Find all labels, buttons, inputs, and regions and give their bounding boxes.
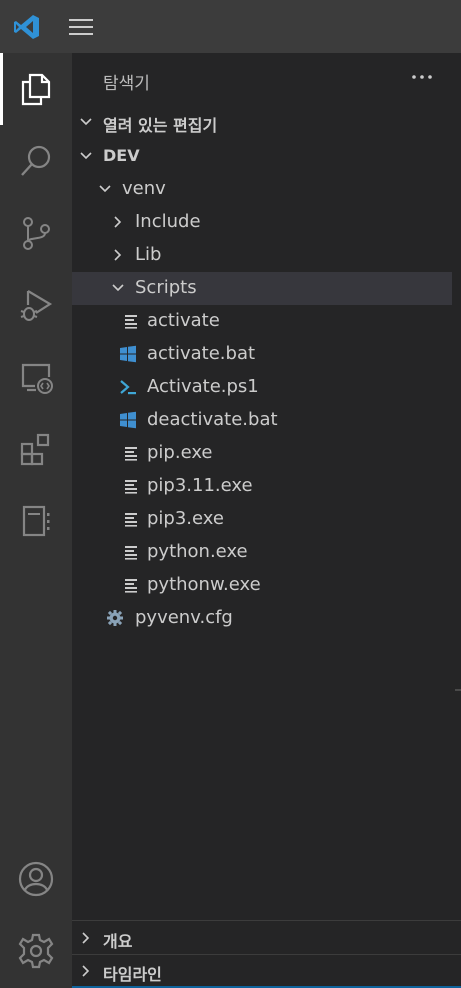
section-open-editors[interactable]: 열려 있는 편집기 xyxy=(72,106,461,139)
chevron-down-icon xyxy=(80,118,92,126)
notebook-icon xyxy=(22,505,50,537)
text-file-icon xyxy=(125,546,137,560)
activity-explorer[interactable] xyxy=(0,53,72,125)
section-outline[interactable]: 개요 xyxy=(72,922,461,955)
tree-file-pip-exe[interactable]: pip.exe xyxy=(72,437,452,470)
activity-manage[interactable] xyxy=(0,915,72,987)
tree-item-label: pythonw.exe xyxy=(147,574,261,595)
tree-item-label: python.exe xyxy=(147,541,248,562)
tree-item-label: Activate.ps1 xyxy=(147,376,259,397)
chevron-right-icon xyxy=(82,932,90,944)
source-control-icon xyxy=(23,217,50,250)
text-file-icon xyxy=(125,579,137,593)
powershell-icon xyxy=(120,380,136,395)
text-file-icon xyxy=(125,315,137,329)
tree-folder-scripts[interactable]: Scripts xyxy=(72,272,452,305)
windows-icon xyxy=(120,411,136,429)
more-actions-icon[interactable] xyxy=(408,63,436,91)
settings-gear-icon xyxy=(18,933,54,969)
activity-search[interactable] xyxy=(0,125,72,197)
title-bar xyxy=(0,0,461,53)
activity-accounts[interactable] xyxy=(0,843,72,915)
text-file-icon xyxy=(125,480,137,494)
chevron-down-icon xyxy=(112,284,124,292)
tree-file-pyvenv-cfg[interactable]: pyvenv.cfg xyxy=(72,602,452,635)
explorer-icon xyxy=(21,73,51,106)
tree-item-label: Include xyxy=(135,211,201,232)
gear-file-icon xyxy=(107,610,123,626)
activity-source-control[interactable] xyxy=(0,197,72,269)
chevron-down-icon xyxy=(80,152,92,160)
account-icon xyxy=(18,861,54,897)
tree-file-activate[interactable]: activate xyxy=(72,305,452,338)
tree-folder-include[interactable]: Include xyxy=(72,206,452,239)
section-workspace[interactable]: DEV xyxy=(72,140,461,173)
section-open-editors-label: 열려 있는 편집기 xyxy=(103,116,218,135)
section-timeline[interactable]: 타임라인 xyxy=(72,955,461,988)
tree-file-pythonw-exe[interactable]: pythonw.exe xyxy=(72,569,452,602)
activity-run-debug[interactable] xyxy=(0,269,72,341)
section-timeline-label: 타임라인 xyxy=(103,965,162,984)
activity-notebook[interactable] xyxy=(0,485,72,557)
tree-item-label: activate xyxy=(147,310,220,331)
chevron-right-icon xyxy=(82,965,90,977)
tree-item-label: Scripts xyxy=(135,277,197,298)
tree-file-pip3-exe[interactable]: pip3.exe xyxy=(72,503,452,536)
remote-explorer-icon xyxy=(21,363,53,394)
chevron-right-icon xyxy=(114,249,122,261)
activity-extensions[interactable] xyxy=(0,413,72,485)
tree-file-python-exe[interactable]: python.exe xyxy=(72,536,452,569)
search-icon xyxy=(21,145,51,176)
activity-remote-explorer[interactable] xyxy=(0,341,72,413)
run-debug-icon xyxy=(20,290,53,321)
section-workspace-label: DEV xyxy=(103,146,140,165)
tree-item-label: deactivate.bat xyxy=(147,409,278,430)
tree-folder-lib[interactable]: Lib xyxy=(72,239,452,272)
text-file-icon xyxy=(125,447,137,461)
chevron-down-icon xyxy=(99,185,111,193)
tree-file-activate-bat[interactable]: activate.bat xyxy=(72,338,452,371)
tree-item-label: pip3.11.exe xyxy=(147,475,253,496)
explorer-title: 탐색기 xyxy=(103,74,150,94)
tree-item-label: pip.exe xyxy=(147,442,213,463)
vscode-logo-icon xyxy=(14,15,39,39)
menu-icon[interactable] xyxy=(67,16,95,38)
extensions-icon xyxy=(20,433,50,466)
tree-file-pip311-exe[interactable]: pip3.11.exe xyxy=(72,470,452,503)
tree-item-label: pip3.exe xyxy=(147,508,224,529)
text-file-icon xyxy=(125,513,137,527)
tree-item-label: venv xyxy=(122,178,166,199)
windows-icon xyxy=(120,345,136,363)
section-divider xyxy=(72,920,461,921)
section-outline-label: 개요 xyxy=(103,932,133,951)
activity-bar xyxy=(0,53,72,988)
explorer-sidebar: 탐색기 열려 있는 편집기 DEV venv Include Lib Scrip… xyxy=(72,53,461,988)
chevron-right-icon xyxy=(114,216,122,228)
tree-item-label: pyvenv.cfg xyxy=(135,607,233,628)
scrollbar-marker xyxy=(455,689,461,691)
tree-item-label: Lib xyxy=(135,244,162,265)
tree-file-activate-ps1[interactable]: Activate.ps1 xyxy=(72,371,452,404)
tree-folder-venv[interactable]: venv xyxy=(72,173,452,206)
tree-file-deactivate-bat[interactable]: deactivate.bat xyxy=(72,404,452,437)
tree-item-label: activate.bat xyxy=(147,343,256,364)
